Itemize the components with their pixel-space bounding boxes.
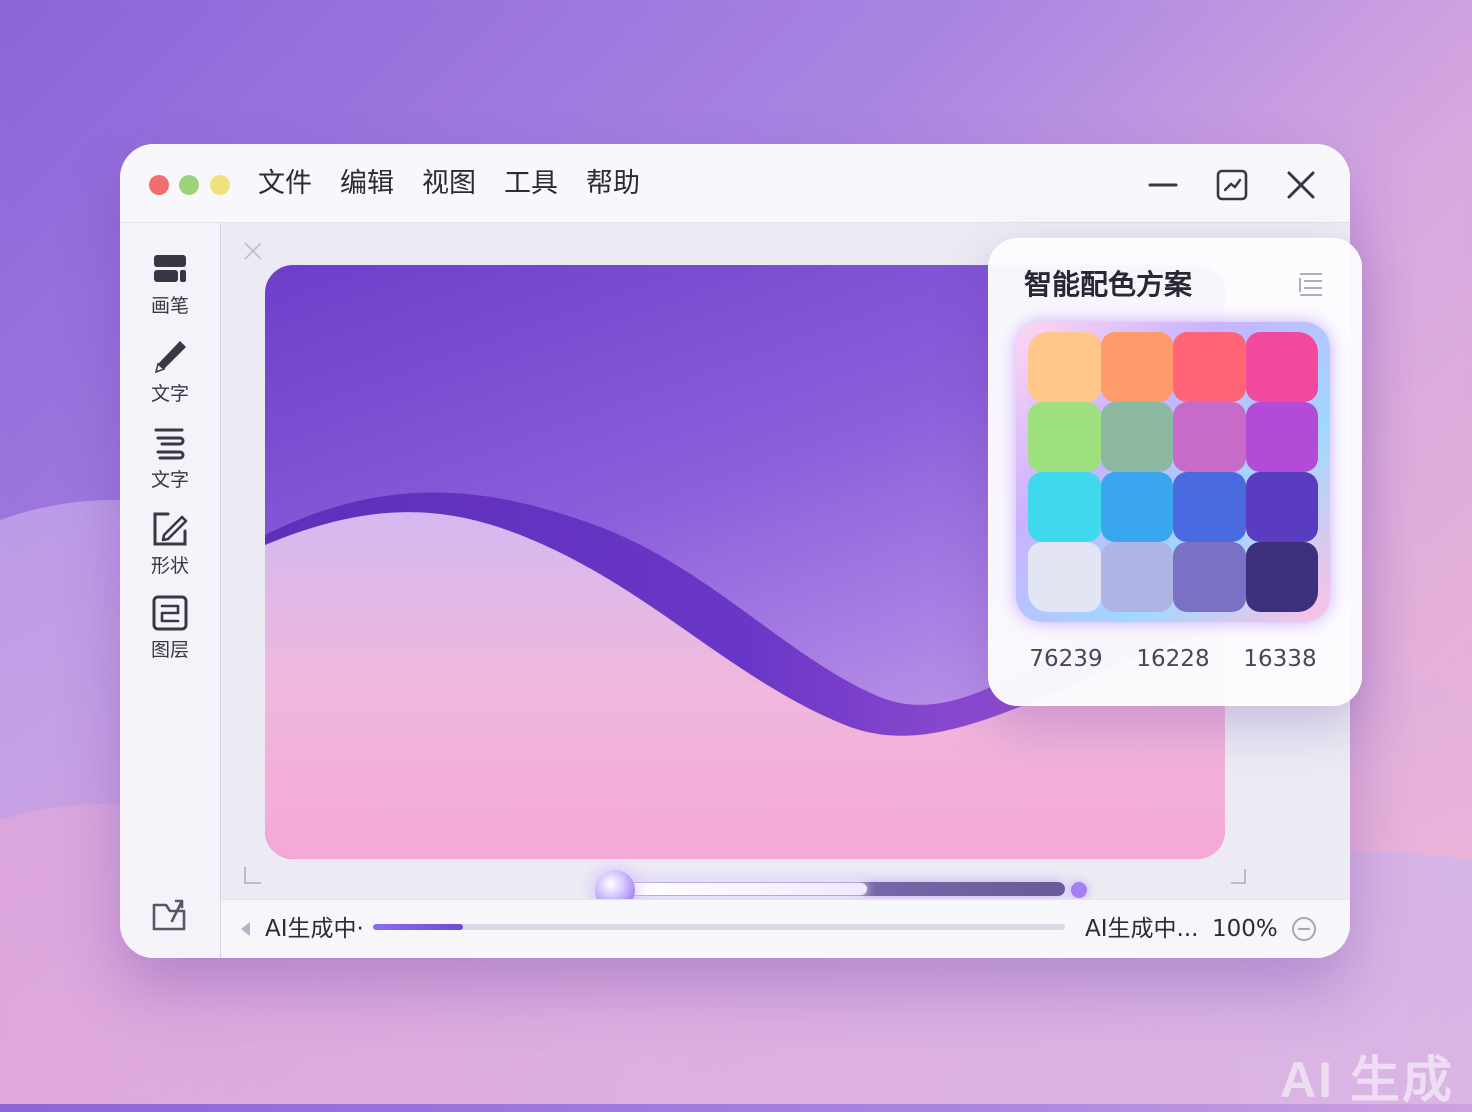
palette-code[interactable]: 16228: [1123, 646, 1223, 672]
swatch-frame: [1016, 322, 1330, 622]
title-bar: 文件 编辑 视图 工具 帮助: [120, 144, 1350, 223]
tool-brush[interactable]: 画笔: [120, 249, 220, 318]
swatch-grid: [1028, 332, 1318, 612]
brush-stack-icon: [154, 255, 186, 282]
folder-export-icon[interactable]: [150, 895, 190, 935]
close-dot[interactable]: [149, 175, 169, 195]
menu-tools[interactable]: 工具: [504, 166, 558, 202]
status-bar: AI生成中· AI生成中... 100%: [221, 899, 1350, 958]
menu-file[interactable]: 文件: [258, 166, 312, 202]
palette-panel: 智能配色方案 76239 16228 16338: [988, 238, 1362, 706]
menu-help[interactable]: 帮助: [586, 166, 640, 202]
color-swatch[interactable]: [1245, 332, 1318, 402]
text-lines-icon: [154, 428, 185, 460]
color-swatch[interactable]: [1100, 542, 1173, 612]
palette-codes: 76239 16228 16338: [1016, 646, 1330, 672]
color-swatch[interactable]: [1100, 402, 1173, 472]
color-swatch[interactable]: [1245, 402, 1318, 472]
tool-pen-text[interactable]: 文字: [120, 337, 220, 406]
menu-edit[interactable]: 编辑: [340, 166, 394, 202]
color-swatch[interactable]: [1100, 472, 1173, 542]
status-right-text: AI生成中...: [1085, 916, 1199, 942]
color-swatch[interactable]: [1245, 472, 1318, 542]
close-icon[interactable]: [1282, 166, 1320, 204]
color-swatch[interactable]: [1028, 402, 1101, 472]
tool-text-label: 文字: [150, 469, 189, 491]
tool-brush-label: 画笔: [150, 295, 189, 317]
pen-icon: [154, 341, 186, 374]
slider-fill: [625, 883, 867, 895]
corner-bl-icon: [244, 867, 261, 884]
shape-edit-icon: [153, 512, 188, 546]
tool-sidebar: 画笔 文字 文字 形状 图层: [120, 223, 221, 958]
collapse-arrow-icon[interactable]: [241, 922, 250, 936]
color-swatch[interactable]: [1028, 542, 1101, 612]
status-left-text: AI生成中·: [265, 916, 364, 942]
tool-layers[interactable]: 图层: [120, 593, 220, 662]
tool-text[interactable]: 文字: [120, 423, 220, 492]
color-swatch[interactable]: [1028, 332, 1101, 402]
zoom-level[interactable]: 100%: [1212, 912, 1278, 946]
palette-panel-title: 智能配色方案: [1024, 268, 1193, 301]
generation-progress: [373, 924, 1065, 930]
color-swatch[interactable]: [1028, 472, 1101, 542]
corner-br-icon: [1231, 869, 1246, 884]
minimize-icon[interactable]: [1144, 166, 1182, 204]
color-swatch[interactable]: [1173, 402, 1246, 472]
zoom-out-icon[interactable]: [1291, 916, 1317, 942]
tool-shape-label: 形状: [150, 555, 189, 577]
zoom-dot[interactable]: [210, 175, 230, 195]
palette-code[interactable]: 76239: [1016, 646, 1116, 672]
palette-code[interactable]: 16338: [1230, 646, 1330, 672]
color-swatch[interactable]: [1173, 542, 1246, 612]
tool-shape[interactable]: 形状: [120, 509, 220, 578]
layers-icon: [152, 595, 188, 631]
tool-layers-label: 图层: [150, 639, 189, 661]
generation-progress-fill: [373, 924, 463, 930]
menu-view[interactable]: 视图: [422, 166, 476, 202]
ai-watermark: AI 生成: [1280, 1052, 1454, 1108]
maximize-icon[interactable]: [1213, 166, 1251, 204]
menu-bar: 文件 编辑 视图 工具 帮助: [258, 166, 640, 202]
color-swatch[interactable]: [1173, 472, 1246, 542]
tool-pen-text-label: 文字: [150, 383, 189, 405]
color-swatch[interactable]: [1245, 542, 1318, 612]
color-swatch[interactable]: [1173, 332, 1246, 402]
expand-icon[interactable]: [241, 239, 265, 263]
color-swatch[interactable]: [1100, 332, 1173, 402]
minimize-dot[interactable]: [179, 175, 199, 195]
slider-end-dot: [1071, 882, 1087, 898]
list-menu-icon[interactable]: [1296, 270, 1326, 298]
